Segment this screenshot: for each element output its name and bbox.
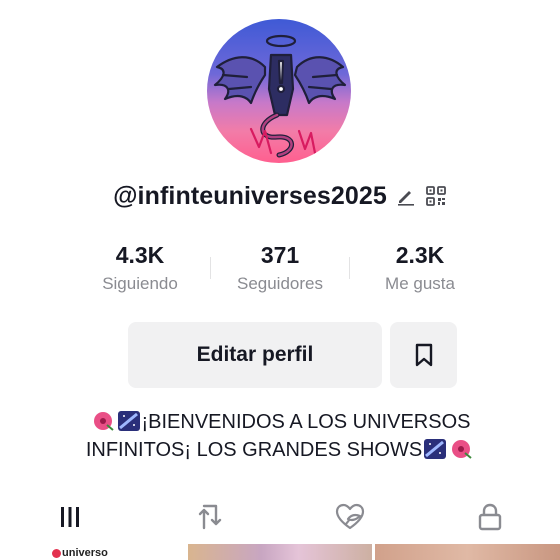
- winged-figure-avatar-icon: [213, 34, 347, 158]
- bio-text-2: INFINITOS¡ LOS GRANDES SHOWS: [85, 439, 423, 461]
- lock-icon: [478, 503, 502, 531]
- profile-avatar[interactable]: [207, 19, 351, 163]
- thumbnail-caption: universo: [62, 547, 108, 559]
- liked-icon: [335, 503, 365, 530]
- bio-line-1: ¡BIENVENIDOS A LOS UNIVERSOS: [0, 408, 560, 436]
- video-thumbnail[interactable]: universo: [0, 544, 185, 560]
- bookmark-icon: [415, 343, 432, 367]
- tab-private[interactable]: [420, 492, 560, 542]
- stat-value: 2.3K: [395, 242, 445, 268]
- milky-way-icon: [424, 439, 447, 459]
- edit-profile-button[interactable]: Editar perfil: [128, 322, 382, 388]
- profile-stats: 4.3K Siguiendo 371 Seguidores 2.3K Me gu…: [70, 240, 490, 300]
- bio-line-2: INFINITOS¡ LOS GRANDES SHOWS: [0, 436, 560, 464]
- tab-videos[interactable]: [0, 492, 140, 548]
- stat-followers[interactable]: 371 Seguidores: [210, 240, 350, 300]
- bio-text-1: ¡BIENVENIDOS A LOS UNIVERSOS: [141, 411, 471, 433]
- stat-label: Siguiendo: [102, 274, 178, 293]
- bookmark-button[interactable]: [390, 322, 457, 388]
- tab-reposts[interactable]: [140, 492, 280, 542]
- username: @infinteuniverses2025: [113, 181, 387, 210]
- qr-code-icon[interactable]: [425, 185, 447, 207]
- video-thumbnail[interactable]: [375, 544, 560, 560]
- video-grid: universo: [0, 544, 560, 560]
- username-row: @infinteuniverses2025: [0, 178, 560, 214]
- profile-bio: ¡BIENVENIDOS A LOS UNIVERSOS INFINITOS¡ …: [0, 408, 560, 464]
- stat-label: Me gusta: [385, 274, 455, 293]
- hibiscus-icon: [93, 412, 114, 431]
- milky-way-icon: [117, 411, 140, 431]
- heart-icon: [52, 549, 61, 558]
- grid-icon: [61, 507, 79, 527]
- stat-value: 371: [260, 242, 300, 268]
- edit-pencil-icon[interactable]: [395, 185, 417, 207]
- video-thumbnail[interactable]: [187, 544, 373, 560]
- repost-icon: [198, 504, 222, 530]
- stat-following[interactable]: 4.3K Siguiendo: [70, 240, 210, 300]
- hibiscus-icon: [452, 440, 472, 459]
- tab-liked[interactable]: [280, 492, 420, 542]
- stat-value: 4.3K: [115, 242, 165, 268]
- content-tabs: [0, 492, 560, 548]
- stat-likes[interactable]: 2.3K Me gusta: [350, 240, 490, 300]
- stat-label: Seguidores: [236, 274, 323, 293]
